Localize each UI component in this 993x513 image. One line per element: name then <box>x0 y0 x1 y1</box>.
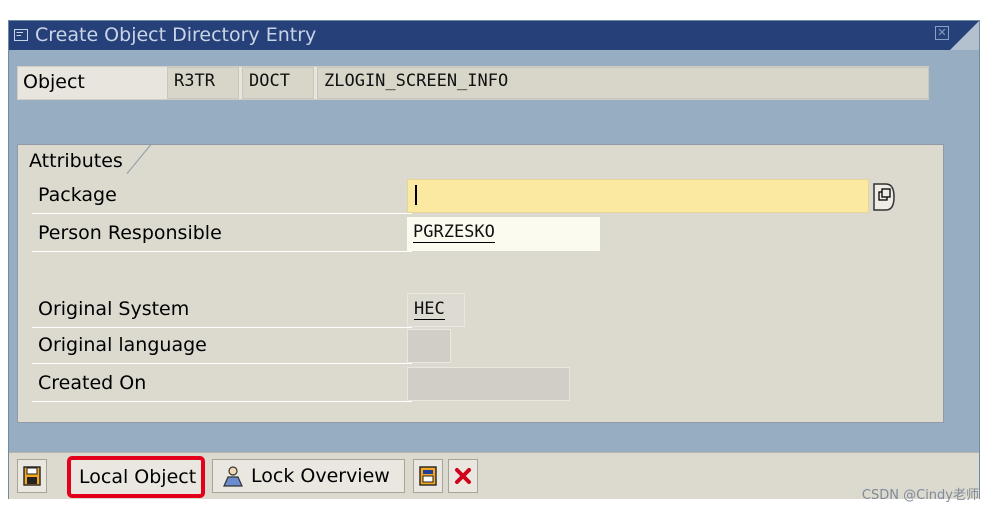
attributes-group-title: Attributes <box>29 150 123 172</box>
lock-overview-label: Lock Overview <box>251 465 390 487</box>
save-button[interactable] <box>17 459 47 493</box>
save-icon <box>23 466 41 486</box>
created-on-row: Created On <box>32 367 412 402</box>
created-on-label: Created On <box>38 372 147 394</box>
package-label: Package <box>38 184 117 206</box>
cancel-icon <box>455 468 471 484</box>
local-object-label: Local Object <box>79 466 197 488</box>
lock-overview-icon <box>223 466 243 487</box>
object-pgmid-field: R3TR <box>167 67 239 99</box>
person-responsible-label: Person Responsible <box>38 222 222 244</box>
object-type-field: DOCT <box>242 67 314 99</box>
attributes-group: Attributes Package Person Responsible Or… <box>17 144 944 423</box>
object-label: Object <box>23 71 85 93</box>
value-help-icon[interactable] <box>872 182 896 212</box>
original-system-value: HEC <box>414 299 445 320</box>
original-language-row: Original language <box>32 329 412 364</box>
original-language-field <box>407 329 451 363</box>
tree-icon <box>419 466 437 486</box>
close-icon[interactable]: ✕ <box>935 26 949 40</box>
dialog-window: Create Object Directory Entry ✕ Object R… <box>8 20 980 499</box>
title-corner <box>950 21 979 50</box>
watermark: CSDN @Cindy老师 <box>861 488 979 503</box>
local-object-button[interactable]: Local Object <box>67 456 205 498</box>
cancel-button[interactable] <box>448 459 478 493</box>
created-on-field <box>407 367 570 401</box>
lock-overview-button[interactable]: Lock Overview <box>212 459 405 493</box>
original-system-row: Original System <box>32 293 412 328</box>
text-cursor <box>415 185 417 205</box>
tree-button[interactable] <box>413 459 443 493</box>
window-title: Create Object Directory Entry <box>35 24 317 46</box>
person-responsible-value: PGRZESKO <box>413 222 495 243</box>
original-system-label: Original System <box>38 298 190 320</box>
person-responsible-field[interactable]: PGRZESKO <box>407 217 600 251</box>
object-name-field: ZLOGIN_SCREEN_INFO <box>317 67 929 99</box>
title-bar: Create Object Directory Entry ✕ <box>9 21 979 50</box>
window-menu-icon[interactable] <box>13 27 29 43</box>
dialog-toolbar: Local Object Lock Overview <box>9 452 979 499</box>
person-responsible-row: Person Responsible <box>32 217 412 252</box>
original-system-field: HEC <box>407 293 465 327</box>
package-row: Package <box>32 179 412 214</box>
package-input[interactable] <box>407 179 869 213</box>
original-language-label: Original language <box>38 334 207 356</box>
